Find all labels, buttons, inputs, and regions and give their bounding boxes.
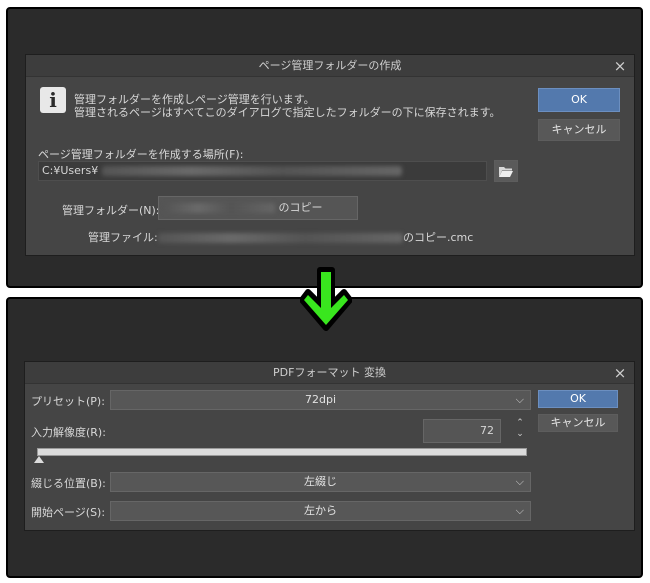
cancel-button[interactable]: キャンセル bbox=[538, 119, 620, 141]
screenshot-panel-bottom: PDFフォーマット 変換 × OK キャンセル プリセット(P): 72dpi … bbox=[6, 297, 643, 578]
folder-name-input[interactable]: のコピー bbox=[158, 196, 358, 220]
location-path-value: C:¥Users¥ bbox=[42, 164, 99, 177]
start-page-value: 左から bbox=[304, 504, 337, 517]
close-icon[interactable]: × bbox=[612, 55, 628, 77]
file-name-value: のコピー.cmc bbox=[158, 229, 473, 245]
ok-button[interactable]: OK bbox=[538, 88, 620, 112]
redacted-path bbox=[101, 166, 402, 176]
location-label: ページ管理フォルダーを作成する場所(F): bbox=[38, 148, 244, 161]
pdf-format-convert-dialog: PDFフォーマット 変換 × OK キャンセル プリセット(P): 72dpi … bbox=[24, 361, 635, 531]
resolution-label: 入力解像度(R): bbox=[31, 426, 106, 439]
file-name-suffix: のコピー.cmc bbox=[403, 231, 474, 244]
resolution-slider-thumb[interactable] bbox=[34, 456, 44, 463]
redacted-folder-name bbox=[165, 203, 275, 213]
dialog-title: PDFフォーマット 変換 bbox=[273, 366, 386, 379]
info-icon: i bbox=[40, 87, 66, 113]
folder-name-label: 管理フォルダー(N): bbox=[62, 204, 160, 217]
dialog-titlebar: ページ管理フォルダーの作成 × bbox=[26, 55, 634, 77]
start-page-select[interactable]: 左から ⌵ bbox=[110, 501, 531, 521]
preset-select[interactable]: 72dpi ⌵ bbox=[110, 390, 531, 410]
close-icon[interactable]: × bbox=[612, 362, 628, 384]
binding-position-value: 左綴じ bbox=[304, 475, 337, 488]
binding-position-label: 綴じる位置(B): bbox=[31, 477, 106, 490]
chevron-down-icon: ⌵ bbox=[515, 475, 524, 488]
redacted-file-name bbox=[158, 233, 403, 243]
resolution-input[interactable]: 72 bbox=[423, 419, 501, 443]
screenshot-panel-top: ページ管理フォルダーの作成 × i 管理フォルダーを作成しページ管理を行います。… bbox=[6, 7, 643, 288]
resolution-slider-track[interactable] bbox=[37, 448, 527, 456]
ok-button[interactable]: OK bbox=[538, 390, 618, 408]
location-path-field[interactable]: C:¥Users¥ bbox=[38, 161, 487, 181]
folder-name-suffix: のコピー bbox=[278, 201, 323, 214]
chevron-down-icon: ⌵ bbox=[515, 504, 524, 517]
preset-label: プリセット(P): bbox=[31, 395, 105, 408]
chevron-down-icon: ⌵ bbox=[515, 393, 524, 406]
start-page-label: 開始ページ(S): bbox=[31, 506, 106, 519]
spin-updown-icon[interactable]: ⌃ ⌄ bbox=[513, 418, 527, 444]
cancel-button[interactable]: キャンセル bbox=[538, 414, 618, 432]
dialog-titlebar: PDFフォーマット 変換 × bbox=[25, 362, 634, 384]
file-name-label: 管理ファイル: bbox=[88, 231, 158, 244]
preset-value: 72dpi bbox=[304, 393, 337, 406]
page-management-folder-dialog: ページ管理フォルダーの作成 × i 管理フォルダーを作成しページ管理を行います。… bbox=[25, 54, 635, 256]
folder-open-icon bbox=[499, 167, 513, 177]
dialog-title: ページ管理フォルダーの作成 bbox=[258, 59, 402, 72]
message-line-2: 管理されるページはすべてこのダイアログで指定したフォルダーの下に保存されます。 bbox=[74, 106, 501, 119]
arrow-down-icon bbox=[300, 267, 352, 331]
binding-position-select[interactable]: 左綴じ ⌵ bbox=[110, 472, 531, 492]
browse-folder-button[interactable] bbox=[494, 160, 518, 182]
